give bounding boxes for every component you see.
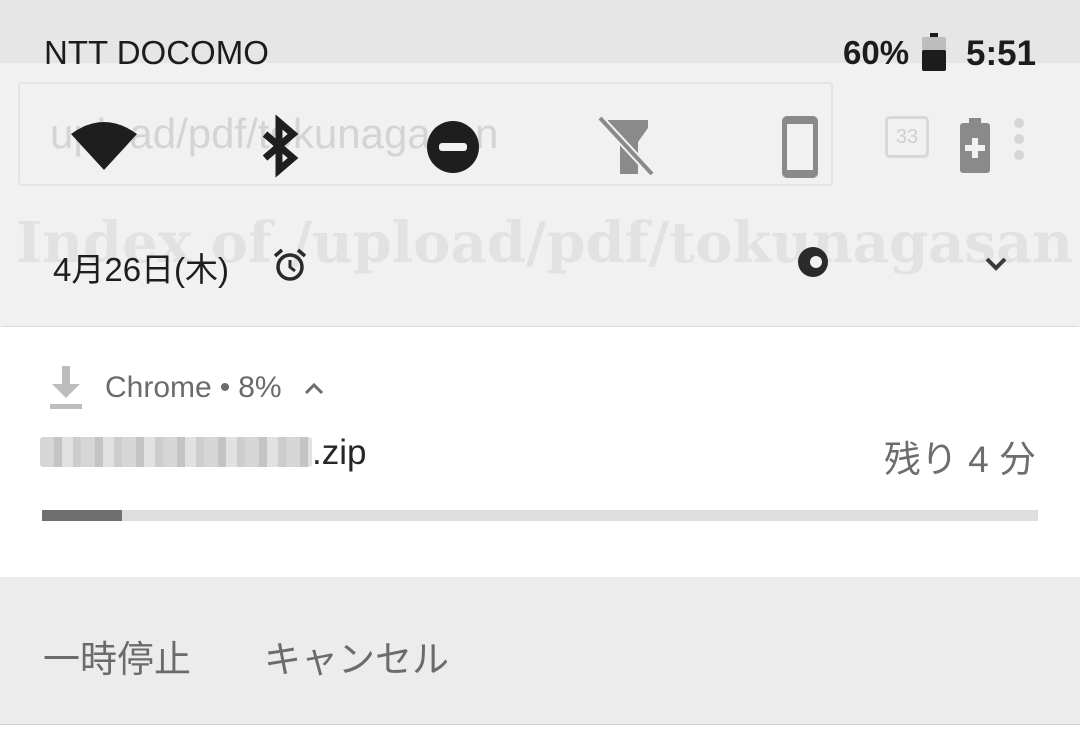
status-bar: NTT DOCOMO 60% 5:51 (0, 0, 1080, 73)
header-separator: • (219, 371, 231, 404)
bluetooth-tile[interactable] (245, 112, 315, 182)
wifi-icon (69, 122, 139, 186)
download-progress-bar (42, 510, 1038, 521)
redacted-filename (40, 437, 312, 467)
flashlight-off-icon (592, 115, 662, 186)
download-icon (48, 366, 84, 415)
chevron-up-icon[interactable] (303, 380, 325, 401)
battery-percent: 60% (843, 34, 910, 71)
carrier-name: NTT DOCOMO (44, 34, 269, 71)
next-notification-edge (0, 725, 1080, 737)
app-name: Chrome (105, 371, 212, 404)
pause-button[interactable]: 一時停止 (43, 629, 191, 683)
wifi-tile[interactable] (69, 112, 139, 182)
background-overflow-menu (1012, 117, 1026, 161)
progress-percent: 8% (238, 371, 282, 404)
download-progress-fill (42, 510, 122, 521)
battery-saver-tile[interactable] (940, 112, 1010, 182)
auto-rotate-portrait-icon (765, 116, 835, 186)
notification-header: Chrome • 8% (105, 371, 282, 405)
battery-saver-icon (940, 118, 1010, 186)
do-not-disturb-icon (418, 121, 488, 186)
quick-settings-shade: upload/pdf/tokunagasan 33 Index of /uplo… (0, 0, 1080, 326)
date-label[interactable]: 4月26日(木) (53, 243, 229, 291)
flashlight-tile[interactable] (592, 112, 662, 182)
account-icon[interactable] (795, 244, 831, 285)
alarm-clock-icon[interactable] (272, 247, 308, 288)
auto-rotate-tile[interactable] (765, 112, 835, 182)
notification-actions: 一時停止 キャンセル (0, 577, 1080, 725)
time-remaining: 残り 4 分 (883, 439, 1036, 480)
background-tab-count: 33 (885, 116, 929, 158)
cancel-button[interactable]: キャンセル (264, 629, 449, 683)
download-notification[interactable]: Chrome • 8% .zip 残り 4 分 (0, 327, 1080, 577)
file-name: .zip (40, 433, 366, 473)
clock: 5:51 (966, 34, 1037, 73)
bluetooth-icon (245, 114, 315, 186)
file-extension: .zip (312, 433, 367, 472)
do-not-disturb-tile[interactable] (418, 112, 488, 182)
chevron-down-icon[interactable] (983, 253, 1009, 278)
battery-icon (922, 33, 946, 76)
